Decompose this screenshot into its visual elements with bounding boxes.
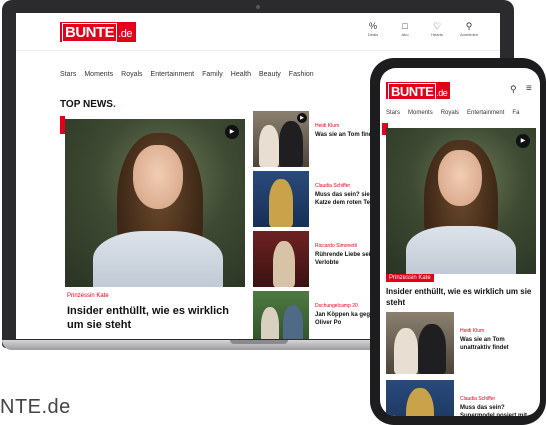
play-icon[interactable]: ▶	[516, 134, 530, 148]
side-article[interactable]: Claudia Schiffer Muss das sein? siert mi…	[253, 171, 385, 227]
article-card[interactable]: Claudia Schiffer Muss das sein? Supermod…	[386, 380, 536, 416]
hero-kicker: Prinzessin Kate	[67, 293, 109, 299]
article-thumbnail[interactable]: ▶	[253, 111, 309, 167]
side-article[interactable]: Riccardo Simonetti Rührende Liebe seinen…	[253, 231, 383, 287]
mobile-nav: Stars Moments Royals Entertainment Fa	[386, 110, 519, 116]
nav-item-stars[interactable]: Stars	[60, 71, 76, 78]
device-mockup: BUNTE .de % Deals □ Abo ♡ Hearts ⚲ Anmelden S…	[0, 0, 546, 425]
header-icons: % Deals □ Abo ♡ Hearts ⚲ Anmelden	[362, 21, 480, 38]
nav-item-moments[interactable]: Moments	[84, 71, 113, 78]
hero-image[interactable]: ▶	[65, 119, 245, 287]
user-icon[interactable]: ⚲	[510, 84, 517, 95]
abo-button[interactable]: □ Abo	[394, 21, 416, 38]
section-title: TOP NEWS.	[60, 99, 116, 110]
subscription-icon: □	[402, 21, 408, 31]
caption-text: NTE.de	[0, 396, 71, 418]
side-article[interactable]: Dschungelcamp 20 Jan Köppen ka gegen Oli…	[253, 291, 383, 339]
percent-icon: %	[368, 21, 377, 31]
article-thumbnail[interactable]	[253, 231, 309, 287]
login-button[interactable]: ⚲ Anmelden	[458, 21, 480, 38]
hero-article[interactable]: ▶ Prinzessin Kate Insider enthüllt, wie …	[65, 111, 245, 332]
side-article[interactable]: ▶ Heidi Klum Was sie an Tom findet	[253, 111, 383, 167]
laptop-camera	[256, 5, 260, 9]
nav-item-beauty[interactable]: Beauty	[259, 71, 281, 78]
nav-item-fashion[interactable]: Fashion	[289, 71, 314, 78]
article-thumbnail[interactable]	[253, 291, 309, 339]
main-nav: Stars Moments Royals Entertainment Famil…	[60, 71, 314, 78]
nav-item-moments[interactable]: Moments	[408, 110, 433, 116]
phone-screen: BUNTE .de ⚲ ≡ Stars Moments Royals Entert…	[380, 68, 540, 416]
nav-item-entertainment[interactable]: Entertainment	[467, 110, 504, 116]
hero-image[interactable]: ▶	[386, 128, 536, 274]
hearts-button[interactable]: ♡ Hearts	[426, 21, 448, 38]
nav-item-entertainment[interactable]: Entertainment	[151, 71, 195, 78]
site-header: BUNTE .de % Deals □ Abo ♡ Hearts ⚲ Anmelden	[16, 13, 500, 51]
article-thumbnail[interactable]	[386, 312, 454, 374]
phone-frame: BUNTE .de ⚲ ≡ Stars Moments Royals Entert…	[370, 58, 546, 425]
hero-kicker: Prinzessin Kate	[386, 274, 434, 282]
bunte-logo[interactable]: BUNTE .de	[386, 82, 451, 100]
article-card[interactable]: Heidi Klum Was sie an Tom unattraktiv fi…	[386, 312, 536, 374]
nav-item-royals[interactable]: Royals	[441, 110, 459, 116]
article-thumbnail[interactable]	[386, 380, 454, 416]
article-thumbnail[interactable]	[253, 171, 309, 227]
laptop-notch	[230, 340, 288, 344]
user-icon: ⚲	[465, 21, 473, 31]
deals-button[interactable]: % Deals	[362, 21, 384, 38]
play-icon[interactable]: ▶	[297, 113, 307, 123]
nav-item-health[interactable]: Health	[231, 71, 251, 78]
hero-headline[interactable]: Insider enthüllt, wie es wirklich um sie…	[67, 304, 245, 332]
nav-item-royals[interactable]: Royals	[121, 71, 142, 78]
nav-item-stars[interactable]: Stars	[386, 110, 400, 116]
play-icon[interactable]: ▶	[225, 125, 239, 139]
nav-item-family[interactable]: Family	[202, 71, 223, 78]
bunte-logo[interactable]: BUNTE .de	[60, 22, 136, 42]
nav-item-family[interactable]: Fa	[512, 110, 519, 116]
heart-icon: ♡	[432, 21, 442, 31]
hero-headline[interactable]: Insider enthüllt, wie es wirklich um sie…	[386, 286, 536, 308]
menu-icon[interactable]: ≡	[526, 83, 532, 94]
